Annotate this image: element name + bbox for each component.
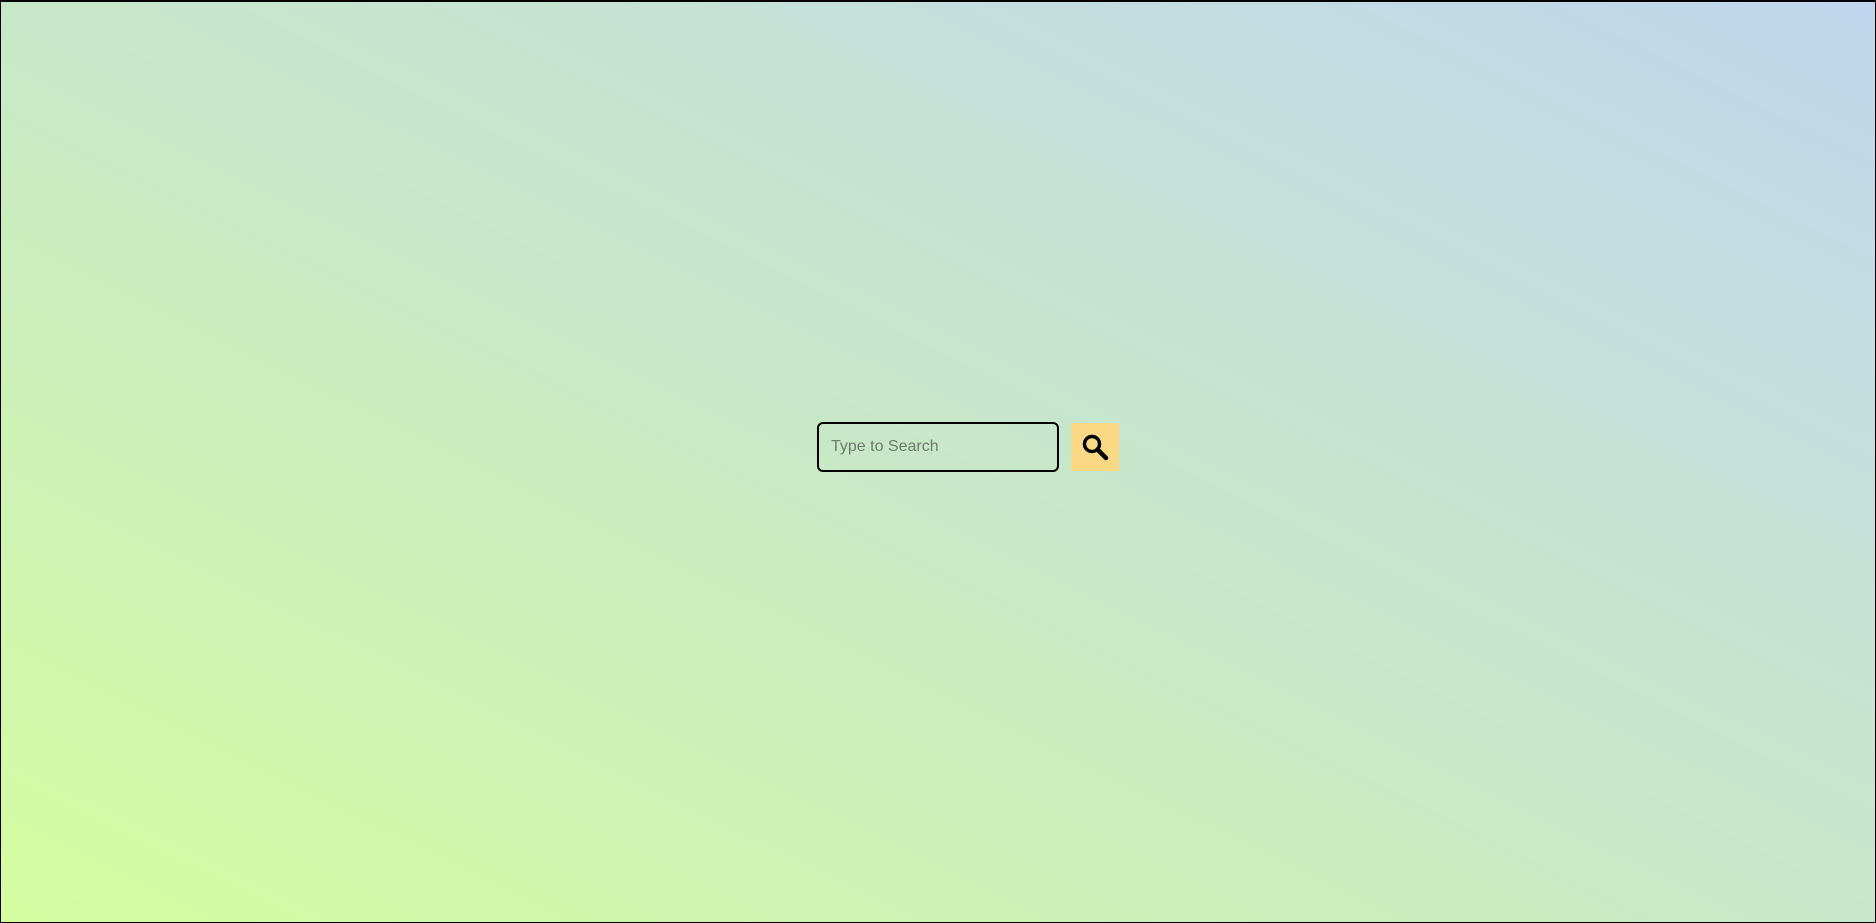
page-background: [0, 2, 1876, 923]
search-button[interactable]: [1071, 423, 1119, 471]
search-input[interactable]: [817, 422, 1059, 472]
search-bar: [817, 422, 1119, 472]
search-icon: [1081, 433, 1109, 461]
